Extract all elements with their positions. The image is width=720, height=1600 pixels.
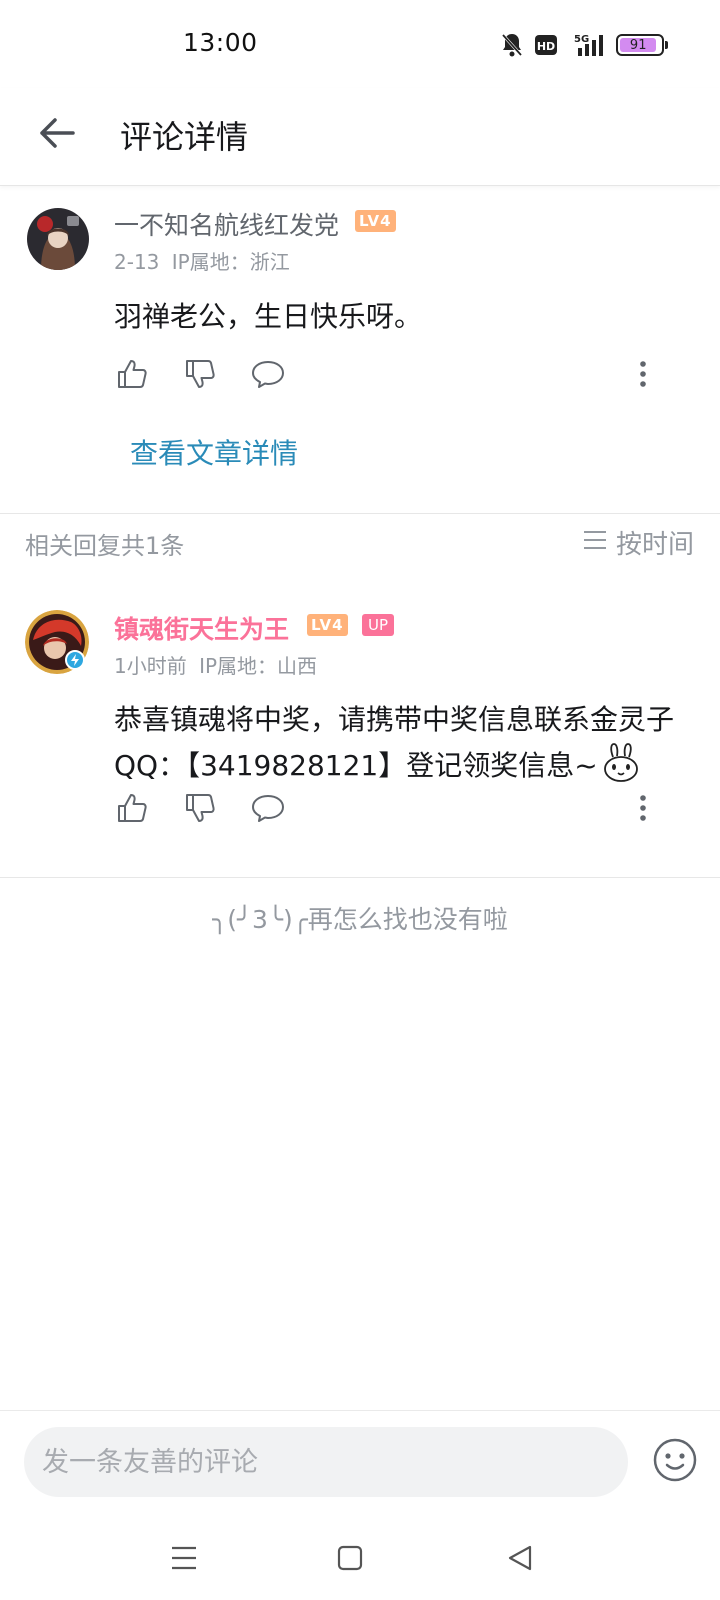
back-button[interactable] xyxy=(32,110,82,160)
verified-lightning-icon xyxy=(65,650,85,670)
svg-text:HD: HD xyxy=(537,40,555,53)
dislike-button[interactable] xyxy=(182,358,218,394)
reply-button[interactable] xyxy=(250,358,286,394)
home-square-icon xyxy=(337,1545,363,1575)
thumbs-up-icon xyxy=(116,792,148,828)
comment-date: 2-13 xyxy=(114,250,160,274)
thumbs-down-icon xyxy=(184,358,216,394)
comment-input[interactable] xyxy=(24,1427,628,1497)
comment-content: 羽禅老公，生日快乐呀。 xyxy=(114,300,423,333)
level-badge: LV4 xyxy=(355,210,396,232)
more-vertical-icon xyxy=(639,794,647,826)
signal-5g-icon: 5G xyxy=(568,32,606,58)
system-nav-bar xyxy=(0,1510,720,1600)
back-triangle-icon xyxy=(507,1544,533,1576)
comment-meta: 2-13 IP属地：浙江 xyxy=(114,246,290,275)
end-of-list-message: ╮(╯3╰)╭再怎么找也没有啦 xyxy=(212,905,508,934)
menu-lines-icon xyxy=(170,1545,198,1575)
more-options-button[interactable] xyxy=(628,358,658,394)
status-time: 13:00 xyxy=(183,28,258,57)
view-article-link[interactable]: 查看文章详情 xyxy=(130,432,298,472)
comment-ip-location: IP属地：浙江 xyxy=(171,250,290,274)
nav-home-button[interactable] xyxy=(330,1540,370,1580)
avatar[interactable] xyxy=(27,208,89,270)
reply-level-badge: LV4 xyxy=(307,614,348,636)
sort-button[interactable]: 按时间 xyxy=(582,524,694,561)
svg-text:5G: 5G xyxy=(574,34,589,45)
bunny-emoji-icon xyxy=(602,743,640,797)
chat-bubble-icon xyxy=(251,359,285,393)
arrow-left-icon xyxy=(39,117,75,153)
reply-divider xyxy=(0,877,720,878)
thumbs-down-icon xyxy=(184,792,216,828)
status-icons: HD 5G 91 xyxy=(500,30,668,60)
reply-ip-location: IP属地：山西 xyxy=(199,654,318,678)
battery-icon: 91 xyxy=(616,34,668,56)
sort-lines-icon xyxy=(582,528,608,558)
like-button[interactable] xyxy=(114,358,150,394)
section-divider xyxy=(0,513,720,514)
header-bar: 评论详情 xyxy=(0,88,720,186)
reply-reply-button[interactable] xyxy=(250,792,286,828)
comment-username[interactable]: 一不知名航线红发党 xyxy=(114,206,339,242)
comment-input-bar xyxy=(0,1410,720,1510)
nav-back-button[interactable] xyxy=(500,1540,540,1580)
reply-like-button[interactable] xyxy=(114,792,150,828)
up-badge: UP xyxy=(362,614,395,636)
comment-actions xyxy=(114,358,286,394)
emoji-button[interactable] xyxy=(650,1435,700,1485)
page-title: 评论详情 xyxy=(120,118,249,156)
thumbs-up-icon xyxy=(116,358,148,394)
hd-icon: HD xyxy=(534,34,558,56)
chat-bubble-icon xyxy=(251,793,285,827)
sort-label: 按时间 xyxy=(615,530,694,560)
nav-menu-button[interactable] xyxy=(164,1540,204,1580)
bell-muted-icon xyxy=(500,32,524,58)
replies-count: 相关回复共1条 xyxy=(25,532,185,560)
smiley-face-icon xyxy=(650,1438,700,1489)
more-vertical-icon xyxy=(639,360,647,392)
reply-time: 1小时前 xyxy=(114,654,187,678)
reply-username[interactable]: 镇魂街天生为王 xyxy=(114,610,289,646)
reply-actions xyxy=(114,792,286,828)
reply-more-options-button[interactable] xyxy=(628,792,658,828)
reply-dislike-button[interactable] xyxy=(182,792,218,828)
reply-content: 恭喜镇魂将中奖，请携带中奖信息联系金灵子QQ：【3419828121】登记领奖信… xyxy=(114,697,704,797)
battery-fill: 91 xyxy=(620,38,657,53)
reply-meta: 1小时前 IP属地：山西 xyxy=(114,650,317,679)
reply-content-text: 恭喜镇魂将中奖，请携带中奖信息联系金灵子QQ：【3419828121】登记领奖信… xyxy=(114,703,675,782)
status-bar: 13:00 HD 5G 91 xyxy=(0,0,720,88)
